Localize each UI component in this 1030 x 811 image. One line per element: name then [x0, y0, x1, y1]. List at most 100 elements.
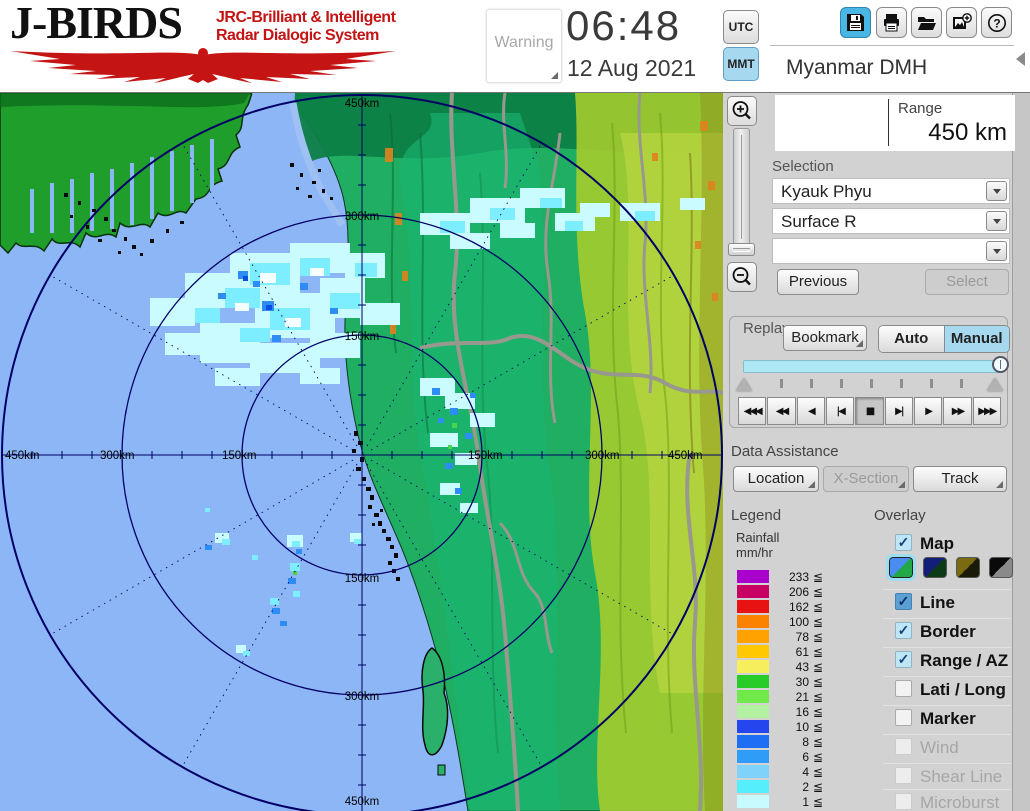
- legend-row: 162 ≦: [723, 600, 873, 614]
- map-style-gray-button[interactable]: [989, 557, 1013, 578]
- play-forward-button[interactable]: ▶: [913, 397, 943, 425]
- zoom-in-icon: [732, 101, 751, 120]
- previous-button[interactable]: Previous: [777, 269, 859, 295]
- step-forward-button[interactable]: ▶|: [884, 397, 913, 425]
- utc-button[interactable]: UTC: [723, 10, 759, 44]
- mmt-button[interactable]: MMT: [723, 47, 759, 81]
- range-az-checkbox[interactable]: ✓: [895, 651, 912, 668]
- zoom-out-button[interactable]: [727, 262, 757, 292]
- marker-checkbox[interactable]: [895, 709, 912, 726]
- auto-button[interactable]: Auto: [879, 326, 944, 352]
- add-image-button[interactable]: [946, 7, 977, 38]
- overlay-row-marker: Marker: [883, 705, 1011, 732]
- legend-swatch: [737, 675, 769, 688]
- legend-row: 78 ≦: [723, 630, 873, 644]
- legend-swatch: [737, 615, 769, 628]
- radar-map-canvas: 450km 300km 150km 150km 300km 450km 450k…: [0, 92, 724, 811]
- legend-row: 6 ≦: [723, 750, 873, 764]
- legend-swatch: [737, 765, 769, 778]
- range-label: Range: [898, 100, 943, 117]
- lati-long-checkbox[interactable]: [895, 680, 912, 697]
- help-button[interactable]: ?: [981, 7, 1012, 38]
- save-button[interactable]: [840, 7, 871, 38]
- help-icon: ?: [987, 13, 1006, 32]
- step-back-button[interactable]: |◀: [825, 397, 855, 425]
- data-assistance-label: Data Assistance: [731, 443, 839, 460]
- warning-box[interactable]: Warning: [486, 9, 562, 83]
- map-style-olive-button[interactable]: [956, 557, 980, 578]
- legend-row: 8 ≦: [723, 735, 873, 749]
- product-dropdown-button[interactable]: [986, 211, 1007, 231]
- option-dropdown[interactable]: [772, 238, 1010, 264]
- map-style-dark-button[interactable]: [923, 557, 947, 578]
- legend-row: 43 ≦: [723, 660, 873, 674]
- legend-row: 16 ≦: [723, 705, 873, 719]
- add-image-icon: [952, 13, 972, 29]
- site-dropdown-value: Kyauk Phyu: [781, 182, 872, 201]
- replay-mode-toggle: Auto Manual: [878, 325, 1010, 353]
- legend-swatch: [737, 645, 769, 658]
- zoom-in-button[interactable]: [727, 96, 757, 126]
- chevron-down-icon: [992, 218, 1001, 228]
- zoom-slider-track[interactable]: [733, 128, 750, 246]
- panel-collapse-icon[interactable]: [1016, 52, 1025, 66]
- eagle-icon: [10, 48, 396, 83]
- select-button[interactable]: Select: [925, 269, 1009, 295]
- station-name-box: Myanmar DMH: [775, 49, 1014, 88]
- rewind-3x-button[interactable]: ◀◀◀: [738, 397, 767, 425]
- map-style-terrain-button[interactable]: [886, 554, 916, 581]
- legend-label: Legend: [731, 507, 782, 524]
- legend-row: 4 ≦: [723, 765, 873, 779]
- open-file-button[interactable]: [911, 7, 942, 38]
- x-section-button[interactable]: X-Section: [823, 466, 909, 492]
- site-dropdown-button[interactable]: [986, 181, 1007, 201]
- range-end-marker[interactable]: [987, 378, 1003, 391]
- track-button[interactable]: Track: [913, 466, 1007, 492]
- legend-row: 10 ≦: [723, 720, 873, 734]
- range-box: Range 450 km: [775, 95, 1015, 151]
- line-checkbox[interactable]: ✓: [895, 593, 912, 610]
- rewind-2x-button[interactable]: ◀◀: [767, 397, 796, 425]
- print-icon: [884, 14, 899, 32]
- map-checkbox[interactable]: ✓: [895, 534, 912, 551]
- svg-text:150km: 150km: [222, 450, 257, 462]
- svg-text:150km: 150km: [345, 331, 380, 343]
- forward-3x-button[interactable]: ▶▶▶: [972, 397, 1001, 425]
- location-button[interactable]: Location: [733, 466, 819, 492]
- overlay-row-lati-long: Lati / Long: [883, 676, 1011, 703]
- overlay-label: Overlay: [874, 507, 926, 524]
- svg-text:150km: 150km: [468, 450, 503, 462]
- header-divider: [770, 45, 1014, 46]
- control-panel: Range 450 km Selection Kyauk Phyu Surfac…: [723, 93, 1030, 811]
- border-checkbox[interactable]: ✓: [895, 622, 912, 639]
- clock-time: 06:48: [566, 2, 682, 49]
- site-dropdown[interactable]: Kyauk Phyu: [772, 178, 1010, 204]
- legend-swatch: [737, 630, 769, 643]
- legend-row: 100 ≦: [723, 615, 873, 629]
- svg-text:300km: 300km: [345, 691, 380, 703]
- wind-checkbox: [895, 738, 912, 755]
- replay-slider-track[interactable]: [743, 360, 1001, 373]
- legend-row: 233 ≦: [723, 570, 873, 584]
- legend-swatch: [737, 795, 769, 808]
- option-dropdown-button[interactable]: [986, 241, 1007, 261]
- play-backward-button[interactable]: ◀: [796, 397, 825, 425]
- legend-swatch: [737, 780, 769, 793]
- overlay-row-range-az: ✓ Range / AZ: [883, 647, 1011, 674]
- svg-text:300km: 300km: [100, 450, 135, 462]
- header-bar: J-BIRDS JRC-Brilliant & Intelligent Rada…: [0, 0, 1030, 93]
- range-start-marker[interactable]: [736, 378, 752, 391]
- replay-slider-handle[interactable]: [992, 356, 1009, 373]
- legend-swatch: [737, 660, 769, 673]
- stop-button[interactable]: ■: [855, 397, 884, 425]
- svg-text:450km: 450km: [345, 98, 380, 110]
- product-dropdown[interactable]: Surface R: [772, 208, 1010, 234]
- zoom-slider-handle[interactable]: [728, 243, 755, 256]
- bookmark-button[interactable]: Bookmark: [783, 325, 867, 351]
- print-button[interactable]: [876, 7, 907, 38]
- range-value: 450 km: [928, 119, 1007, 146]
- manual-button[interactable]: Manual: [943, 326, 1009, 352]
- radar-map[interactable]: 450km 300km 150km 150km 300km 450km 450k…: [0, 92, 724, 811]
- forward-2x-button[interactable]: ▶▶: [943, 397, 972, 425]
- legend-swatch: [737, 600, 769, 613]
